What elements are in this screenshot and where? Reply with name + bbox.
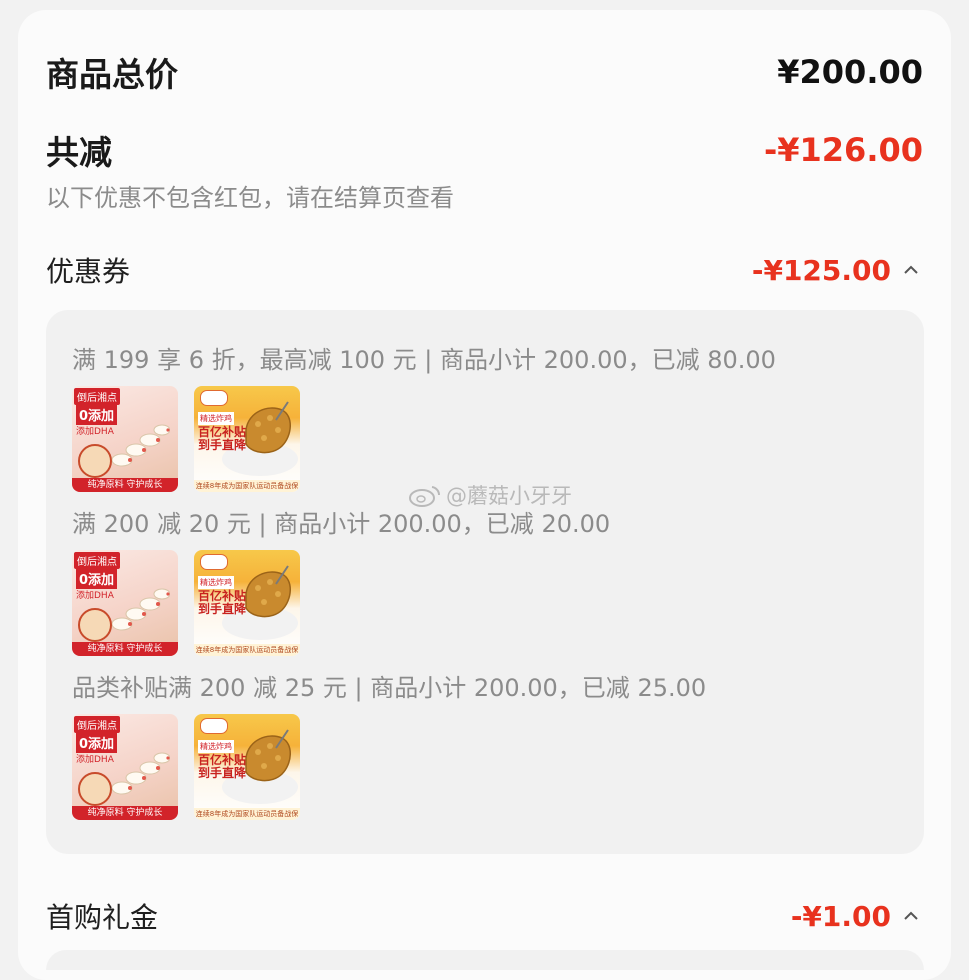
thumb-banner: 精选炸鸡	[198, 412, 234, 425]
product-thumb-rolls[interactable]: 倒后湘点 0添加 添加DHA 纯净原料 守护成长	[72, 386, 178, 492]
brand-logo-icon	[200, 718, 228, 734]
thumb-dha-label: 添加DHA	[76, 591, 114, 601]
thumb-banner: 精选炸鸡	[198, 576, 234, 589]
total-discount-label: 共减	[46, 133, 112, 172]
brand-logo-icon	[200, 390, 228, 406]
product-thumb-chicken[interactable]: 精选炸鸡 百亿补贴到手直降 连续8年成为国家队运动员备战保障产品	[194, 386, 300, 492]
watermark-text: @蘑菇小牙牙	[446, 484, 572, 508]
total-discount-row: 共减 -¥126.00	[46, 126, 923, 174]
thumb-band: 连续8年成为国家队运动员备战保障产品	[194, 808, 300, 820]
thumb-brand: 倒后湘点	[74, 388, 120, 405]
thumb-headline: 百亿补贴 到手直降	[198, 426, 246, 452]
thumb-headline-line1: 百亿补贴	[198, 753, 247, 767]
coupon-section-header[interactable]: 优惠券 -¥125.00	[46, 250, 923, 290]
thumb-band: 连续8年成为国家队运动员备战保障产品	[194, 644, 300, 656]
mascot-icon	[78, 772, 112, 806]
thumb-headline-line2: 到手直降	[198, 438, 247, 452]
coupon-rule-2-products: 倒后湘点 0添加 添加DHA 纯净原料 守护成长 精选炸鸡 百亿补贴 到手直降 …	[72, 550, 300, 656]
total-price-value: ¥200.00	[777, 53, 923, 91]
coupon-detail-panel: 满 199 享 6 折，最高减 100 元 | 商品小计 200.00，已减 8…	[46, 310, 924, 854]
thumb-dha-label: 添加DHA	[76, 755, 114, 765]
product-thumb-chicken[interactable]: 精选炸鸡 百亿补贴到手直降 连续8年成为国家队运动员备战保障产品	[194, 550, 300, 656]
product-thumb-rolls[interactable]: 倒后湘点 0添加 添加DHA 纯净原料 守护成长	[72, 550, 178, 656]
total-discount-value: -¥126.00	[763, 131, 923, 169]
coupon-section-toggle[interactable]: -¥125.00	[752, 254, 923, 287]
fried-chicken-illustration	[245, 565, 291, 618]
first-purchase-value: -¥1.00	[790, 899, 891, 933]
chevron-up-icon	[904, 911, 918, 920]
thumb-headline: 百亿补贴 到手直降	[198, 590, 246, 616]
rolls-illustration	[111, 752, 170, 795]
next-panel-edge	[46, 950, 924, 970]
coupon-rule-3-products: 倒后湘点 0添加 添加DHA 纯净原料 守护成长 精选炸鸡 百亿补贴 到手直降 …	[72, 714, 300, 820]
coupon-section-label: 优惠券	[46, 255, 131, 288]
thumb-dha-label: 添加DHA	[76, 427, 114, 437]
product-thumb-chicken[interactable]: 精选炸鸡 百亿补贴到手直降 连续8年成为国家队运动员备战保障产品	[194, 714, 300, 820]
first-purchase-label: 首购礼金	[46, 901, 159, 934]
mascot-icon	[78, 444, 112, 478]
coupon-rule-3: 品类补贴满 200 减 25 元 | 商品小计 200.00，已减 25.00	[72, 674, 707, 702]
thumb-tagline: 纯净原料 守护成长	[72, 806, 178, 820]
first-purchase-toggle[interactable]: -¥1.00	[791, 900, 923, 933]
thumb-headline-line1: 百亿补贴	[198, 589, 247, 603]
thumb-headline-line2: 到手直降	[198, 766, 247, 780]
price-detail-card: 商品总价 ¥200.00 共减 -¥126.00 以下优惠不包含红包，请在结算页…	[18, 10, 951, 980]
chevron-up-icon	[904, 265, 918, 274]
coupon-rule-1-products: 倒后湘点 0添加 添加DHA 纯净原料 守护成长 精选炸鸡 百亿补贴 到手直降 …	[72, 386, 300, 492]
thumb-tagline: 纯净原料 守护成长	[72, 478, 178, 492]
weibo-icon	[409, 486, 441, 507]
coupon-rule-1: 满 199 享 6 折，最高减 100 元 | 商品小计 200.00，已减 8…	[72, 346, 776, 374]
mascot-icon	[78, 608, 112, 642]
red-packet-note: 以下优惠不包含红包，请在结算页查看	[46, 184, 454, 212]
rolls-illustration	[111, 588, 170, 631]
fried-chicken-illustration	[245, 729, 291, 782]
coupon-section-value: -¥125.00	[751, 253, 891, 287]
brand-logo-icon	[200, 554, 228, 570]
thumb-headline-line2: 到手直降	[198, 602, 247, 616]
total-price-row: 商品总价 ¥200.00	[46, 48, 923, 96]
thumb-headline: 百亿补贴 到手直降	[198, 754, 246, 780]
thumb-band: 连续8年成为国家队运动员备战保障产品	[194, 480, 300, 492]
fried-chicken-illustration	[245, 401, 291, 454]
watermark: @蘑菇小牙牙	[408, 480, 572, 510]
product-thumb-rolls[interactable]: 倒后湘点 0添加 添加DHA 纯净原料 守护成长	[72, 714, 178, 820]
thumb-headline-line1: 百亿补贴	[198, 425, 247, 439]
thumb-brand: 倒后湘点	[74, 716, 120, 733]
thumb-tagline: 纯净原料 守护成长	[72, 642, 178, 656]
total-price-label: 商品总价	[46, 55, 178, 94]
rolls-illustration	[111, 424, 170, 467]
first-purchase-row[interactable]: 首购礼金 -¥1.00	[46, 896, 923, 936]
thumb-brand: 倒后湘点	[74, 552, 120, 569]
thumb-banner: 精选炸鸡	[198, 740, 234, 753]
